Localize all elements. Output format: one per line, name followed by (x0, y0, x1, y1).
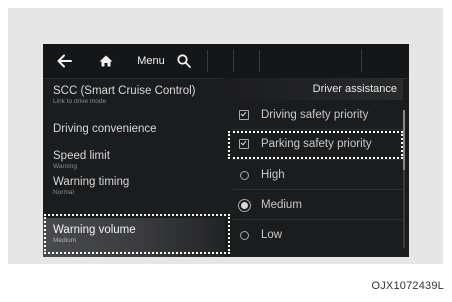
scrollbar-thumb[interactable] (403, 110, 405, 170)
toolbar-divider (361, 50, 362, 72)
menu-item-label: SCC (Smart Cruise Control) (53, 85, 196, 97)
toolbar-divider (259, 50, 260, 72)
home-button[interactable] (93, 44, 119, 78)
top-toolbar: Menu (43, 44, 409, 79)
toolbar-divider (233, 50, 234, 72)
radio-selected-icon (240, 201, 248, 209)
menu-item-scc[interactable]: SCC (Smart Cruise Control) Link to drive… (53, 85, 221, 106)
menu-item-speed-limit[interactable]: Speed limit Warning (53, 150, 221, 171)
highlight-box-warning-volume (44, 214, 230, 254)
menu-item-warning-timing[interactable]: Warning timing Normal (53, 176, 221, 197)
menu-item-label: Warning timing (53, 176, 130, 188)
option-label: High (261, 169, 285, 181)
menu-item-sub: Warning (53, 163, 77, 170)
radio-icon (239, 230, 249, 240)
option-divider (233, 129, 405, 130)
back-arrow-icon (57, 54, 72, 68)
menu-item-sub: Link to drive mode (53, 98, 107, 105)
option-divider (233, 219, 405, 220)
menu-item-label: Driving convenience (53, 123, 157, 135)
back-button[interactable] (51, 44, 77, 78)
option-low[interactable]: Low (223, 222, 403, 248)
option-medium[interactable]: Medium (223, 192, 403, 218)
option-high[interactable]: High (223, 162, 403, 188)
option-label: Driving safety priority (261, 109, 369, 121)
option-divider (233, 189, 405, 190)
option-label: Low (261, 229, 283, 241)
menu-button[interactable]: Menu (133, 44, 169, 78)
toolbar-divider (207, 50, 208, 72)
menu-item-label: Speed limit (53, 150, 110, 162)
figure-code: OJX1072439L (371, 280, 444, 292)
option-driving-safety-priority[interactable]: Driving safety priority (223, 102, 403, 128)
panel-title: Driver assistance (223, 78, 403, 100)
menu-item-driving-convenience[interactable]: Driving convenience (53, 123, 221, 136)
checkbox-checked-icon (239, 110, 249, 120)
search-button[interactable] (173, 44, 195, 78)
menu-item-sub: Normal (53, 189, 74, 196)
option-label: Medium (261, 199, 302, 211)
highlight-box-parking-safety (228, 131, 403, 159)
home-icon (99, 55, 113, 67)
search-icon (177, 54, 191, 68)
radio-icon (239, 170, 249, 180)
option-divider (233, 159, 405, 160)
options-panel: Driver assistance Driving safety priorit… (223, 78, 409, 257)
